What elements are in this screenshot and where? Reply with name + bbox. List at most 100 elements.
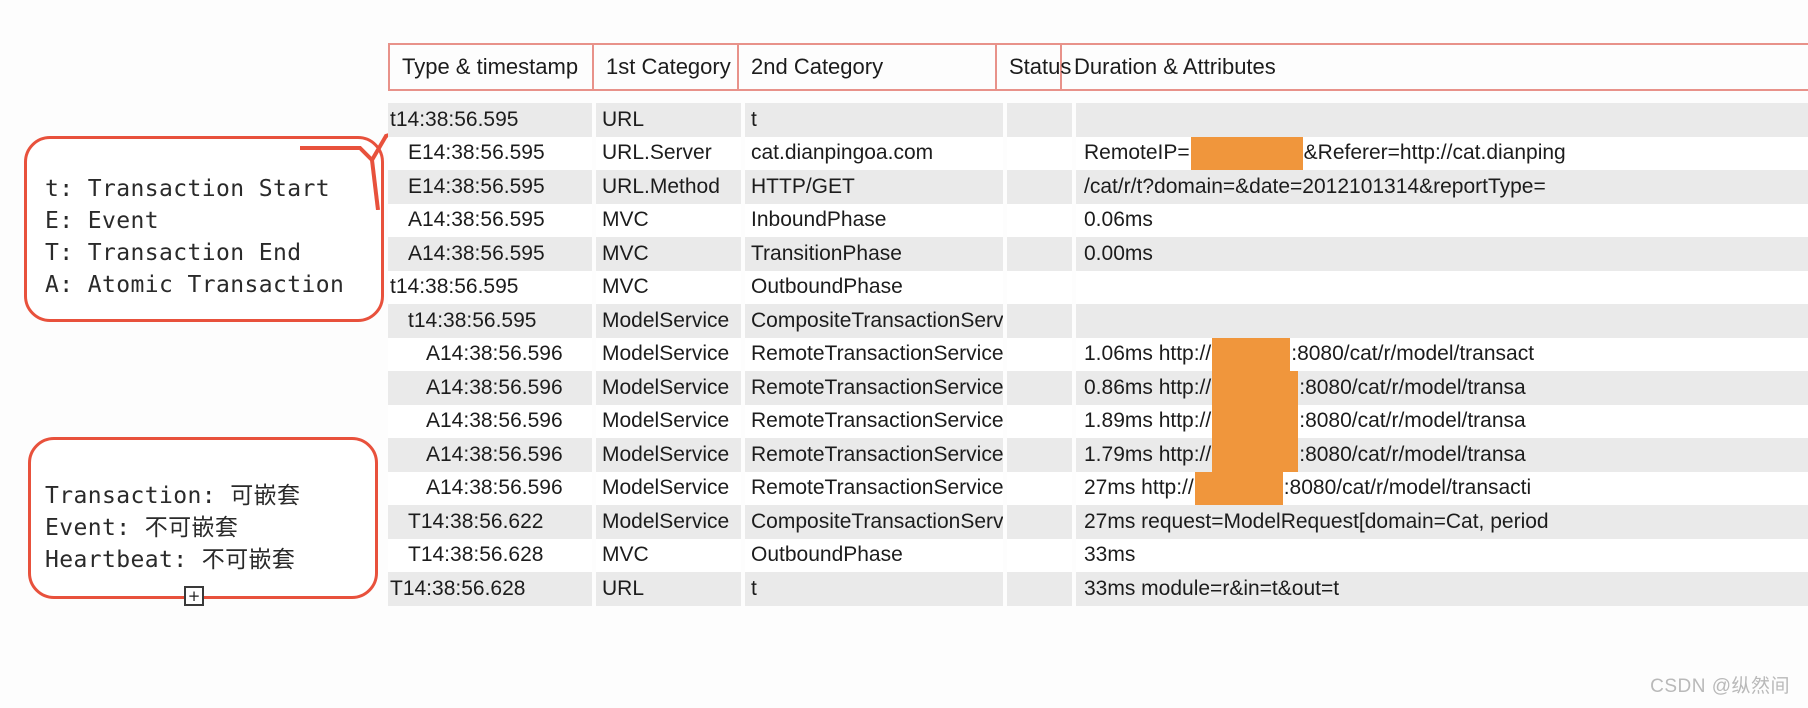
cell-duration-attributes: [1076, 304, 1808, 338]
cell-status: [1007, 471, 1072, 505]
cell-duration-attributes: 33ms module=r&in=t&out=t: [1076, 572, 1808, 606]
table-row[interactable]: T14:38:56.622 ModelService CompositeTransa…: [388, 505, 1808, 539]
redaction-bar: [1212, 371, 1299, 405]
cell-category1: ModelService: [596, 438, 741, 472]
duration-text-wrap: 33ms module=r&in=t&out=t: [1084, 577, 1339, 601]
cell-status: [1007, 371, 1072, 405]
cell-type-timestamp: E14:38:56.595: [388, 136, 592, 170]
cell-category1: MVC: [596, 270, 741, 304]
duration-text-wrap: 1.89ms http://:8080/cat/r/model/transa: [1084, 404, 1526, 438]
timestamp-text: T14:38:56.622: [408, 509, 544, 533]
duration-text-wrap: 33ms: [1084, 543, 1135, 567]
cell-type-timestamp: T14:38:56.628: [388, 572, 592, 606]
timestamp-text: T14:38:56.628: [408, 543, 544, 567]
cell-status: [1007, 237, 1072, 271]
duration-text: 33ms module=r&in=t&out=t: [1084, 576, 1340, 600]
cell-type-timestamp: T14:38:56.628: [388, 538, 592, 572]
cell-category1: ModelService: [596, 471, 741, 505]
column-header-duration[interactable]: Duration & Attributes: [1062, 45, 1808, 89]
duration-text: 1.79ms http://: [1084, 442, 1212, 466]
duration-text: /cat/r/t?domain=&date=2012101314&reportT…: [1084, 174, 1546, 198]
cell-category1: ModelService: [596, 404, 741, 438]
cell-status: [1007, 304, 1072, 338]
nesting-rules-inner: Transaction: 可嵌套 Event: 不可嵌套 Heartbeat: …: [31, 440, 375, 576]
duration-text-wrap: 1.06ms http:// :8080/cat/r/model/transact: [1084, 337, 1535, 371]
cell-category1: URL: [596, 103, 741, 137]
timestamp-text: A14:38:56.595: [408, 241, 545, 265]
duration-text-wrap: /cat/r/t?domain=&date=2012101314&reportT…: [1084, 175, 1546, 199]
table-row[interactable]: t14:38:56.595 URL t: [388, 103, 1808, 137]
table-row[interactable]: A14:38:56.595 MVC TransitionPhase 0.00ms: [388, 237, 1808, 271]
duration-text: 1.06ms http://: [1084, 342, 1212, 366]
cell-category1: URL: [596, 572, 741, 606]
table-row[interactable]: A14:38:56.595 MVC InboundPhase 0.06ms: [388, 203, 1808, 237]
column-header-type[interactable]: Type & timestamp: [390, 45, 594, 89]
duration-text: RemoteIP=: [1084, 141, 1190, 165]
cell-category2: RemoteTransactionService: [745, 471, 1003, 505]
cell-status: [1007, 203, 1072, 237]
duration-text-continued: :8080/cat/r/model/transa: [1299, 409, 1526, 433]
timestamp-text: t14:38:56.595: [408, 308, 537, 332]
table-row[interactable]: A14:38:56.596 ModelService RemoteTransacti…: [388, 371, 1808, 405]
cell-duration-attributes: 1.06ms http:// :8080/cat/r/model/transact: [1076, 337, 1808, 371]
cell-type-timestamp: E14:38:56.595: [388, 170, 592, 204]
cell-duration-attributes: 0.06ms: [1076, 203, 1808, 237]
cell-type-timestamp: t14:38:56.595: [388, 270, 592, 304]
table-row[interactable]: T14:38:56.628 URL t 33ms module=r&in=t&out=…: [388, 572, 1808, 606]
duration-text-continued: :8080/cat/r/model/transact: [1291, 342, 1535, 366]
duration-text: 0.00ms: [1084, 241, 1153, 265]
column-header-category2[interactable]: 2nd Category: [739, 45, 997, 89]
duration-text-continued: :8080/cat/r/model/transa: [1299, 375, 1526, 399]
cell-status: [1007, 170, 1072, 204]
timestamp-text: t14:38:56.595: [390, 107, 519, 131]
cell-status: [1007, 337, 1072, 371]
column-header-category1[interactable]: 1st Category: [594, 45, 739, 89]
redaction-bar: [1212, 438, 1299, 472]
table-row[interactable]: t14:38:56.595 MVC OutboundPhase: [388, 270, 1808, 304]
cell-category1: MVC: [596, 237, 741, 271]
cell-category2: RemoteTransactionService: [745, 438, 1003, 472]
cell-type-timestamp: A14:38:56.596: [388, 404, 592, 438]
cell-duration-attributes: [1076, 270, 1808, 304]
table-row[interactable]: E14:38:56.595 URL.Method HTTP/GET/cat/r/t?…: [388, 170, 1808, 204]
table-row[interactable]: A14:38:56.596 ModelService RemoteTransacti…: [388, 471, 1808, 505]
redaction-bar: [1212, 337, 1291, 371]
cell-status: [1007, 505, 1072, 539]
type-legend-callout: t: Transaction Start E: Event T: Transac…: [24, 136, 384, 322]
type-legend-inner: t: Transaction Start E: Event T: Transac…: [27, 139, 381, 301]
redaction-bar: [1212, 404, 1299, 438]
table-row[interactable]: A14:38:56.596 ModelService RemoteTransacti…: [388, 337, 1808, 371]
table-row[interactable]: t14:38:56.595 ModelService CompositeTransa…: [388, 304, 1808, 338]
duration-text-continued: &Referer=http://cat.dianping: [1303, 141, 1566, 165]
table-row[interactable]: A14:38:56.596 ModelService RemoteTransacti…: [388, 404, 1808, 438]
cell-duration-attributes: 1.89ms http://:8080/cat/r/model/transa: [1076, 404, 1808, 438]
cell-duration-attributes: 0.00ms: [1076, 237, 1808, 271]
duration-text-wrap: 27ms request=ModelRequest[domain=Cat, pe…: [1084, 510, 1549, 534]
timestamp-text: A14:38:56.596: [426, 476, 563, 500]
table-row[interactable]: E14:38:56.595 URL.Server cat.dianpingoa.co…: [388, 136, 1808, 170]
duration-text: 0.86ms http://: [1084, 375, 1212, 399]
cell-type-timestamp: A14:38:56.596: [388, 438, 592, 472]
cell-duration-attributes: 1.79ms http://:8080/cat/r/model/transa: [1076, 438, 1808, 472]
table-row[interactable]: T14:38:56.628 MVC OutboundPhase 33ms: [388, 538, 1808, 572]
duration-text-wrap: 0.00ms: [1084, 242, 1153, 266]
cell-category1: MVC: [596, 203, 741, 237]
cell-type-timestamp: A14:38:56.596: [388, 371, 592, 405]
timestamp-text: T14:38:56.628: [390, 576, 526, 600]
duration-text-wrap: 0.06ms: [1084, 208, 1153, 232]
plus-handle-icon[interactable]: +: [184, 586, 204, 606]
cell-type-timestamp: A14:38:56.595: [388, 203, 592, 237]
duration-text: 0.06ms: [1084, 208, 1153, 232]
cell-status: [1007, 538, 1072, 572]
cell-category2: OutboundPhase: [745, 270, 1003, 304]
cell-type-timestamp: t14:38:56.595: [388, 103, 592, 137]
cell-duration-attributes: 27ms request=ModelRequest[domain=Cat, pe…: [1076, 505, 1808, 539]
column-header-status[interactable]: Status: [997, 45, 1071, 89]
timestamp-text: A14:38:56.596: [426, 375, 563, 399]
cell-category2: t: [745, 103, 1003, 137]
type-legend-text: t: Transaction Start E: Event T: Transac…: [45, 176, 345, 298]
table-row[interactable]: A14:38:56.596 ModelService RemoteTransacti…: [388, 438, 1808, 472]
cell-category1: URL.Server: [596, 136, 741, 170]
duration-text: 33ms: [1084, 543, 1136, 567]
cell-status: [1007, 136, 1072, 170]
